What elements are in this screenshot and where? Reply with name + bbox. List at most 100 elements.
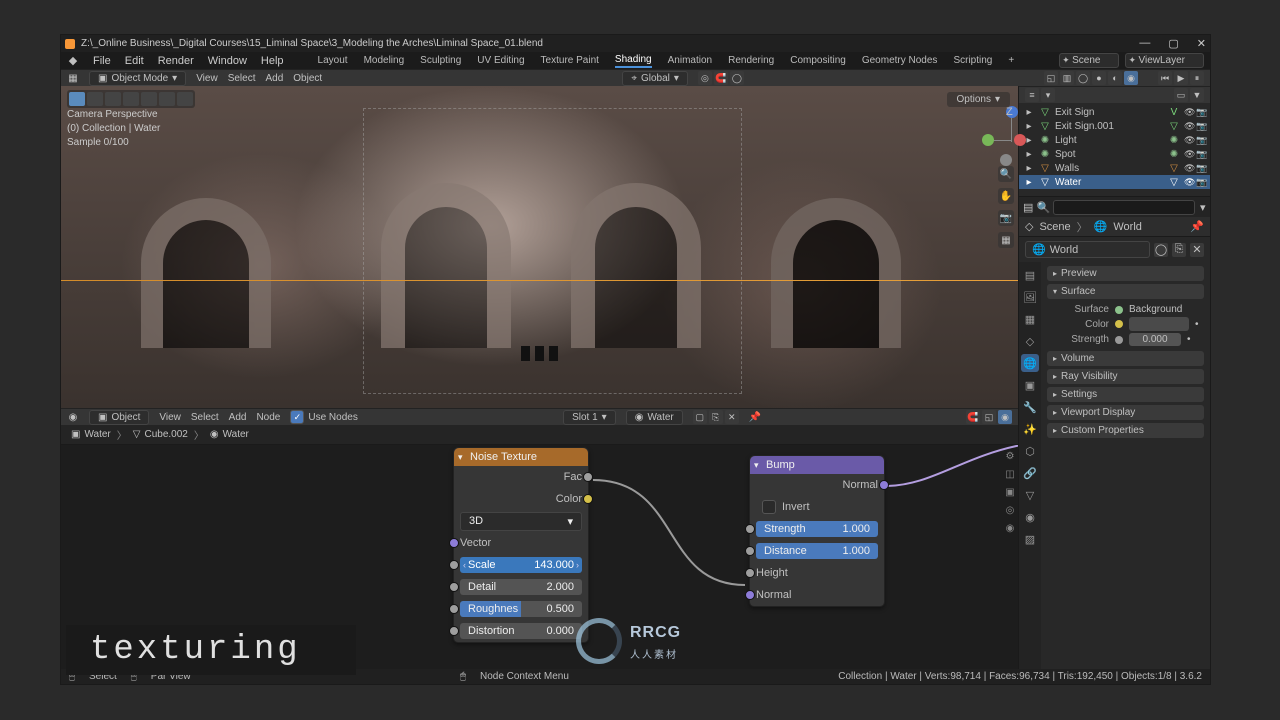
outliner-type-icon[interactable]: ≡	[1025, 88, 1039, 102]
outliner-item[interactable]: ▸ ▽ Exit Sign V 👁📷	[1019, 105, 1210, 119]
color-swatch[interactable]	[1129, 317, 1189, 331]
tab-modifier[interactable]: 🔧	[1021, 398, 1039, 416]
outliner[interactable]: ▸ ▽ Exit Sign V 👁📷 ▸ ▽ Exit Sign.001 ▽ 👁…	[1019, 103, 1210, 197]
prop-edit-icon[interactable]: ◯	[730, 71, 744, 85]
color-socket-icon[interactable]	[1115, 320, 1123, 328]
maximize-button[interactable]: ▢	[1168, 37, 1178, 50]
detail-field[interactable]: Detail 2.000	[460, 579, 582, 595]
snap-node-icon[interactable]: 🧲	[966, 410, 980, 424]
tab-physics[interactable]: ⬡	[1021, 442, 1039, 460]
value-socket-icon[interactable]	[1115, 336, 1123, 344]
overlay-icon[interactable]: ◱	[1044, 71, 1058, 85]
nst-tool-icon[interactable]: ▣	[1003, 485, 1017, 499]
invert-toggle[interactable]: Invert	[756, 500, 810, 514]
rotate-tool[interactable]	[123, 92, 139, 106]
dimensions-dropdown[interactable]: 3D ▾	[460, 512, 582, 531]
roughness-field[interactable]: Roughnes 0.500	[460, 601, 582, 617]
mat-unlink-icon[interactable]: ✕	[725, 410, 739, 424]
ws-shading[interactable]: Shading	[615, 54, 652, 68]
panel-settings[interactable]: Settings	[1047, 387, 1204, 402]
pan-icon[interactable]: ✋	[998, 188, 1014, 204]
shading-matprev-icon[interactable]: ◐	[1108, 71, 1122, 85]
ws-geonodes[interactable]: Geometry Nodes	[862, 55, 938, 66]
preview-node-icon[interactable]: ◉	[998, 410, 1012, 424]
ws-compositing[interactable]: Compositing	[790, 55, 846, 66]
world-new-icon[interactable]: ◯	[1154, 243, 1168, 257]
dot-menu-icon[interactable]: •	[1187, 334, 1191, 345]
normal-in-socket[interactable]	[745, 590, 755, 600]
props-type-icon[interactable]: ▤	[1023, 201, 1033, 213]
panel-surface[interactable]: Surface	[1047, 284, 1204, 299]
shading-wire-icon[interactable]: ◯	[1076, 71, 1090, 85]
viewport-options[interactable]: Options ▾	[947, 92, 1011, 107]
surface-type[interactable]: Background	[1129, 304, 1182, 315]
outliner-item-selected[interactable]: ▸ ▽ Water ▽ 👁📷	[1019, 175, 1210, 189]
strength-field[interactable]: Strength 1.000	[756, 521, 878, 537]
distortion-field[interactable]: Distortion 0.000	[460, 623, 582, 639]
camera-icon[interactable]: 📷	[1196, 149, 1206, 159]
nst-options-icon[interactable]: ⚙	[1003, 449, 1017, 463]
camera-icon[interactable]: 📷	[1196, 135, 1206, 145]
eye-icon[interactable]: 👁	[1184, 163, 1194, 173]
shading-rendered-icon[interactable]: ◉	[1124, 71, 1138, 85]
outliner-item[interactable]: ▸ ▽ Walls ▽ 👁📷	[1019, 161, 1210, 175]
play-icon[interactable]: ▶	[1174, 71, 1188, 85]
shader-editor-icon[interactable]: ◉	[67, 411, 79, 423]
snap-toggle[interactable]: 🧲	[714, 71, 728, 85]
ws-sculpting[interactable]: Sculpting	[420, 55, 461, 66]
tab-particles[interactable]: ✨	[1021, 420, 1039, 438]
normal-out-socket[interactable]	[879, 480, 889, 490]
ws-modeling[interactable]: Modeling	[364, 55, 405, 66]
fac-socket[interactable]	[583, 472, 593, 482]
nh-node[interactable]: Node	[256, 412, 280, 423]
tab-texture[interactable]: ▨	[1021, 530, 1039, 548]
strength-socket[interactable]	[745, 524, 755, 534]
tab-data[interactable]: ▽	[1021, 486, 1039, 504]
cursor-tool[interactable]	[87, 92, 103, 106]
nh-view[interactable]: View	[159, 412, 181, 423]
distance-field[interactable]: Distance 1.000	[756, 543, 878, 559]
collapse-icon[interactable]: ▾	[754, 460, 759, 471]
camera-icon[interactable]: 📷	[1196, 163, 1206, 173]
eye-icon[interactable]: 👁	[1184, 121, 1194, 131]
vector-socket[interactable]	[449, 538, 459, 548]
chevron-right-icon[interactable]: ▸	[1023, 120, 1035, 132]
scene-dropdown[interactable]: Scene	[1059, 53, 1119, 68]
panel-volume[interactable]: Volume	[1047, 351, 1204, 366]
hb-select[interactable]: Select	[228, 73, 256, 84]
shader-socket-icon[interactable]	[1115, 306, 1123, 314]
eye-icon[interactable]: 👁	[1184, 135, 1194, 145]
use-nodes-toggle[interactable]: ✓ Use Nodes	[290, 410, 357, 424]
menu-help[interactable]: Help	[261, 55, 284, 67]
pin-icon[interactable]: 📌	[1190, 220, 1204, 233]
menu-edit[interactable]: Edit	[125, 55, 144, 67]
noise-node-title[interactable]: ▾ Noise Texture	[454, 448, 588, 466]
outliner-display-icon[interactable]: ▾	[1041, 88, 1055, 102]
scale-field[interactable]: ‹ Scale 143.000 ›	[460, 557, 582, 573]
panel-preview[interactable]: Preview	[1047, 266, 1204, 281]
world-copy-icon[interactable]: ⎘	[1172, 243, 1186, 257]
tab-output[interactable]: 🖼	[1021, 288, 1039, 306]
chevron-right-icon[interactable]: ▸	[1023, 176, 1035, 188]
scale-socket[interactable]	[449, 560, 459, 570]
tab-material[interactable]: ◉	[1021, 508, 1039, 526]
node-mode[interactable]: ▣ Object	[89, 410, 149, 425]
close-button[interactable]: ✕	[1197, 37, 1206, 50]
bump-node-title[interactable]: ▾ Bump	[750, 456, 884, 474]
bump-node[interactable]: ▾ Bump Normal Invert	[749, 455, 885, 607]
shading-solid-icon[interactable]: ●	[1092, 71, 1106, 85]
camera-icon[interactable]: 📷	[1196, 177, 1206, 187]
ws-texturepaint[interactable]: Texture Paint	[541, 55, 599, 66]
persp-toggle-icon[interactable]: ▦	[998, 232, 1014, 248]
outliner-search-input[interactable]	[1053, 200, 1195, 215]
color-socket[interactable]	[583, 494, 593, 504]
mat-copy-icon[interactable]: ⎘	[709, 410, 723, 424]
hb-view[interactable]: View	[196, 73, 218, 84]
move-tool[interactable]	[105, 92, 121, 106]
chevron-right-icon[interactable]: ▸	[1023, 162, 1035, 174]
distance-socket[interactable]	[745, 546, 755, 556]
hb-add[interactable]: Add	[265, 73, 283, 84]
strength-value[interactable]: 0.000	[1129, 333, 1181, 346]
ws-layout[interactable]: Layout	[318, 55, 348, 66]
crumb-3[interactable]: ◉Water	[210, 429, 249, 440]
